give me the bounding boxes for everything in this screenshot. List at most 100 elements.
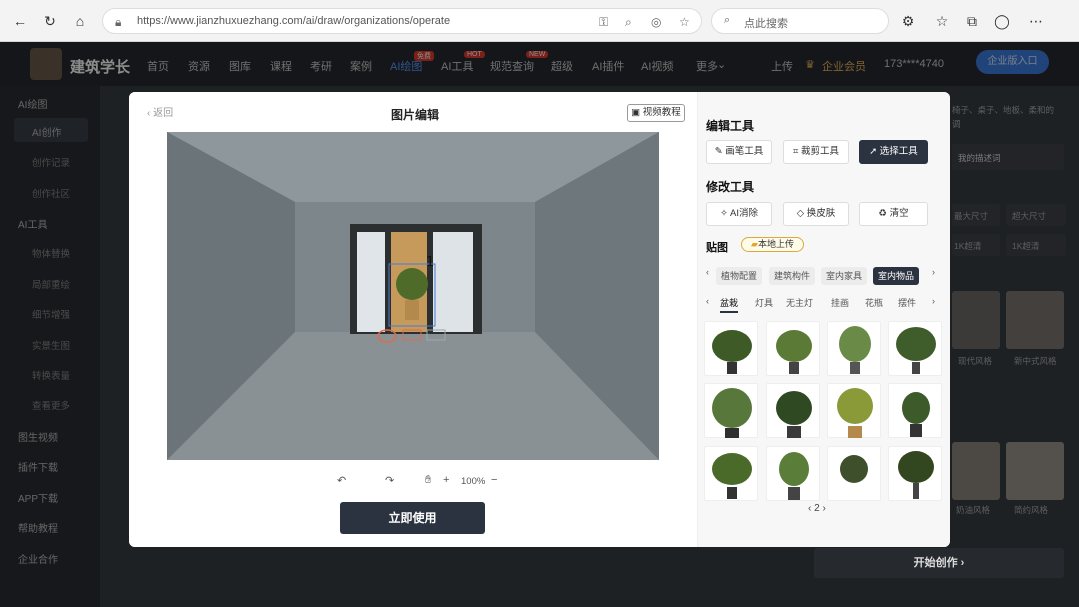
sticker-plant-6[interactable]	[766, 383, 820, 438]
reskin-button[interactable]: ◇ 换皮肤	[783, 202, 849, 226]
local-upload-button[interactable]: ▰本地上传	[741, 237, 804, 252]
video-tutorial-button[interactable]: ▣ 视频教程	[627, 104, 685, 122]
url-text: https://www.jianzhuxuezhang.com/ai/draw/…	[137, 15, 451, 27]
plant-icon	[839, 326, 871, 374]
clear-icon: ♻	[878, 208, 887, 219]
local-upload-label: 本地上传	[757, 239, 794, 249]
favorites-icon[interactable]: ☆	[934, 13, 950, 29]
favorite-star-icon[interactable]: ☆	[679, 15, 690, 29]
subcategory-no-main-light[interactable]: 无主灯	[786, 296, 813, 309]
photo-label-1: 1	[426, 255, 434, 270]
brush-tool-button[interactable]: ✎ 画笔工具	[706, 140, 772, 164]
subcategory-paintings[interactable]: 挂画	[831, 296, 849, 309]
sticker-plant-3[interactable]	[827, 321, 881, 376]
sticker-plant-12[interactable]	[888, 446, 942, 501]
brush-tool-label: 画笔工具	[725, 146, 764, 157]
subcategory-vases[interactable]: 花瓶	[865, 296, 883, 309]
category-prev-icon[interactable]: ‹	[706, 267, 709, 277]
plant-icon	[902, 392, 930, 437]
sticker-plant-2[interactable]	[766, 321, 820, 376]
brush-icon: ✎	[714, 146, 723, 157]
browser-search[interactable]: ⌕ 点此搜索	[711, 8, 889, 34]
profile-icon[interactable]: ◯	[994, 13, 1010, 29]
zoom-out-icon[interactable]: −	[491, 474, 497, 486]
room-photo-canvas[interactable]: 1	[167, 132, 659, 460]
ai-erase-button[interactable]: ✧ AI消除	[706, 202, 772, 226]
crop-icon: ⌗	[792, 146, 799, 157]
page-prev-icon[interactable]: ‹	[808, 503, 811, 514]
category-furniture[interactable]: 室内家具	[821, 267, 868, 285]
search-icon: ⌕	[724, 14, 731, 26]
modal-title: 图片编辑	[391, 108, 440, 122]
crop-tool-button[interactable]: ⌗ 裁剪工具	[783, 140, 849, 164]
category-plants[interactable]: 植物配置	[716, 267, 763, 285]
undo-icon[interactable]: ↶	[337, 474, 346, 487]
room-photo-svg: 1	[167, 132, 659, 460]
more-icon[interactable]: ⋯	[1028, 13, 1044, 29]
start-create-label: 开始创作	[913, 557, 958, 569]
magic-wand-icon: ✧	[719, 208, 728, 219]
use-now-button[interactable]: 立即使用	[340, 502, 485, 534]
subcategory-prev-icon[interactable]: ‹	[706, 296, 709, 306]
select-tool-button[interactable]: ➚ 选择工具	[859, 140, 928, 164]
address-bar[interactable]: 🔒︎ https://www.jianzhuxuezhang.com/ai/dr…	[102, 8, 702, 34]
redo-icon[interactable]: ↷	[385, 474, 394, 487]
use-now-label: 立即使用	[388, 511, 437, 525]
browser-toolbar: ← ↻ ⌂ 🔒︎ https://www.jianzhuxuezhang.com…	[0, 0, 1079, 42]
zoom-icon[interactable]: ⌕	[625, 15, 632, 30]
category-items[interactable]: 室内物品	[873, 267, 920, 285]
crop-tool-label: 裁剪工具	[800, 146, 839, 157]
plant-icon	[779, 452, 809, 500]
plant-icon	[712, 330, 752, 374]
plant-icon	[840, 455, 868, 483]
sticker-plant-7[interactable]	[827, 383, 881, 438]
zoom-in-icon[interactable]: +	[443, 474, 449, 486]
lock-icon: 🔒︎	[115, 15, 122, 29]
subcategory-lamps[interactable]: 灯具	[755, 296, 773, 309]
sticker-plant-1[interactable]	[704, 321, 758, 376]
clear-button[interactable]: ♻ 清空	[859, 202, 928, 226]
hand-pan-icon[interactable]: ✋︎	[425, 474, 431, 487]
sticker-plant-9[interactable]	[704, 446, 758, 501]
cursor-icon: ➚	[869, 146, 878, 157]
sticker-plant-4[interactable]	[888, 321, 942, 376]
edge-icon[interactable]: ◎	[651, 15, 661, 29]
start-create-button[interactable]: 开始创作 ›	[814, 548, 1064, 578]
category-components[interactable]: 建筑构件	[769, 267, 816, 285]
reskin-label: 换皮肤	[806, 208, 836, 219]
select-tool-label: 选择工具	[879, 146, 918, 157]
back-arrow-icon[interactable]: ←	[12, 13, 28, 29]
modify-tools-title: 修改工具	[706, 180, 755, 194]
video-tutorial-label: 视频教程	[642, 107, 681, 118]
back-link[interactable]: ‹ 返回	[147, 104, 173, 119]
skin-icon: ◇	[796, 208, 805, 219]
extension-icon[interactable]: ⚙	[900, 13, 916, 29]
plant-icon	[896, 327, 936, 374]
plant-icon	[712, 388, 752, 438]
subcategory-next-icon[interactable]: ›	[932, 296, 935, 306]
collections-icon[interactable]: ⧉	[964, 13, 980, 29]
subcategory-ornaments[interactable]: 摆件	[898, 296, 916, 309]
refresh-icon[interactable]: ↻	[42, 13, 58, 29]
back-label: 返回	[153, 108, 174, 119]
home-icon[interactable]: ⌂	[72, 13, 88, 29]
subcategory-potted[interactable]: 盆栽	[720, 296, 739, 313]
zoom-level: 100%	[461, 476, 486, 487]
plant-icon	[776, 330, 812, 374]
sticker-plant-5[interactable]	[704, 383, 758, 438]
page-next-icon[interactable]: ›	[822, 503, 825, 514]
modal-canvas-area: ‹ 返回 图片编辑 ▣ 视频教程 1 ↶ ↷ ✋︎ + 100% − 立即使用	[129, 92, 697, 547]
plant-icon	[712, 453, 752, 499]
sticker-plant-11[interactable]	[827, 446, 881, 501]
plant-icon	[898, 451, 934, 499]
sticker-plant-8[interactable]	[888, 383, 942, 438]
pagination: ‹ 2 ›	[808, 503, 826, 514]
browser-search-placeholder: 点此搜索	[744, 18, 788, 30]
edit-tools-title: 编辑工具	[706, 119, 755, 133]
sticker-plant-10[interactable]	[766, 446, 820, 501]
category-next-icon[interactable]: ›	[932, 267, 935, 277]
key-icon[interactable]: ⚿	[599, 15, 608, 30]
plant-icon	[837, 388, 873, 438]
video-icon: ▣	[631, 107, 641, 118]
tool-panel: 编辑工具 ✎ 画笔工具 ⌗ 裁剪工具 ➚ 选择工具 修改工具 ✧ AI消除 ◇ …	[697, 92, 950, 547]
